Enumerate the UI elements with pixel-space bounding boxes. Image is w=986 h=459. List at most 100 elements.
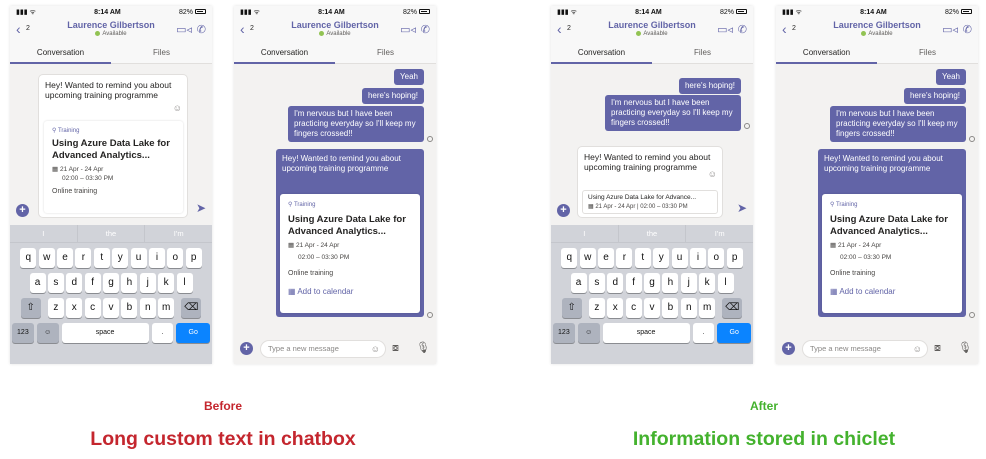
- period-key[interactable]: .: [151, 323, 174, 343]
- delete-key-icon[interactable]: ⌫: [722, 298, 743, 318]
- keyboard-key[interactable]: u: [130, 248, 147, 268]
- send-icon[interactable]: ➤: [196, 201, 206, 215]
- message-bubble[interactable]: I'm nervous but I have been practicing e…: [605, 95, 741, 131]
- message-bubble-card[interactable]: Hey! Wanted to remind you about upcoming…: [276, 149, 424, 317]
- keyboard-key[interactable]: w: [579, 248, 596, 268]
- keyboard-key[interactable]: j: [680, 273, 697, 293]
- keyboard-key[interactable]: i: [148, 248, 165, 268]
- add-attachment-button[interactable]: +: [782, 342, 795, 355]
- tab-conversation[interactable]: Conversation: [10, 43, 111, 63]
- phone-call-icon[interactable]: ✆: [197, 23, 206, 36]
- message-bubble-card[interactable]: Hey! Wanted to remind you about upcoming…: [818, 149, 966, 317]
- message-bubble[interactable]: Yeah: [936, 69, 966, 85]
- keyboard-key[interactable]: x: [607, 298, 624, 318]
- go-key[interactable]: Go: [176, 323, 210, 343]
- keyboard-key[interactable]: x: [66, 298, 83, 318]
- keyboard-key[interactable]: u: [671, 248, 688, 268]
- add-attachment-button[interactable]: +: [16, 204, 29, 217]
- keyboard-key[interactable]: f: [84, 273, 101, 293]
- keyboard-key[interactable]: m: [158, 298, 175, 318]
- camera-icon[interactable]: ⧇: [392, 342, 399, 355]
- keyboard-key[interactable]: k: [699, 273, 716, 293]
- suggestion-item[interactable]: I'm: [686, 225, 753, 242]
- video-call-icon[interactable]: ▭◃: [717, 23, 733, 36]
- suggestion-item[interactable]: I'm: [145, 225, 212, 242]
- send-icon[interactable]: ➤: [737, 201, 747, 215]
- keyboard-key[interactable]: s: [47, 273, 64, 293]
- keyboard-key[interactable]: z: [47, 298, 64, 318]
- keyboard-key[interactable]: v: [644, 298, 660, 318]
- keyboard-key[interactable]: l: [717, 273, 734, 293]
- keyboard-key[interactable]: c: [625, 298, 642, 318]
- keyboard-key[interactable]: z: [588, 298, 605, 318]
- emoji-icon[interactable]: ☺: [173, 103, 182, 113]
- keyboard-key[interactable]: r: [616, 248, 633, 268]
- phone-call-icon[interactable]: ✆: [738, 23, 747, 36]
- keyboard-key[interactable]: d: [607, 273, 624, 293]
- camera-icon[interactable]: ⧇: [934, 342, 941, 355]
- keyboard-key[interactable]: b: [121, 298, 138, 318]
- emoji-key-icon[interactable]: ☺: [36, 323, 59, 343]
- keyboard-key[interactable]: d: [66, 273, 83, 293]
- training-card[interactable]: ⚲ Training Using Azure Data Lake for Adv…: [822, 194, 962, 313]
- keyboard-key[interactable]: w: [38, 248, 55, 268]
- keyboard-key[interactable]: v: [103, 298, 119, 318]
- shift-key-icon[interactable]: ⇧: [561, 298, 582, 318]
- period-key[interactable]: .: [692, 323, 715, 343]
- keyboard-key[interactable]: p: [726, 248, 743, 268]
- emoji-key-icon[interactable]: ☺: [577, 323, 600, 343]
- add-to-calendar-button[interactable]: ▦ Add to calendar: [830, 287, 954, 297]
- keyboard-key[interactable]: y: [653, 248, 670, 268]
- keyboard-key[interactable]: n: [680, 298, 697, 318]
- compose-text[interactable]: Hey! Wanted to remind you about upcoming…: [578, 147, 722, 177]
- keyboard-key[interactable]: c: [84, 298, 101, 318]
- message-bubble[interactable]: I'm nervous but I have been practicing e…: [288, 106, 424, 142]
- keyboard-key[interactable]: f: [625, 273, 642, 293]
- message-bubble[interactable]: here's hoping!: [361, 88, 424, 104]
- keyboard-key[interactable]: g: [103, 273, 119, 293]
- tab-conversation[interactable]: Conversation: [776, 43, 877, 63]
- video-call-icon[interactable]: ▭◃: [176, 23, 192, 36]
- message-bubble[interactable]: Yeah: [394, 69, 424, 85]
- tab-files[interactable]: Files: [877, 43, 978, 63]
- keyboard-key[interactable]: j: [139, 273, 156, 293]
- delete-key-icon[interactable]: ⌫: [181, 298, 202, 318]
- keyboard-key[interactable]: h: [662, 273, 679, 293]
- suggestion-item[interactable]: I: [551, 225, 619, 242]
- add-attachment-button[interactable]: +: [240, 342, 253, 355]
- keyboard-key[interactable]: b: [662, 298, 679, 318]
- video-call-icon[interactable]: ▭◃: [400, 23, 416, 36]
- message-input[interactable]: Type a new message ☺: [802, 340, 928, 358]
- message-bubble[interactable]: here's hoping!: [678, 78, 741, 94]
- tab-conversation[interactable]: Conversation: [551, 43, 652, 63]
- phone-call-icon[interactable]: ✆: [963, 23, 972, 36]
- numbers-key[interactable]: 123: [553, 323, 575, 343]
- space-key[interactable]: space: [602, 323, 690, 343]
- video-call-icon[interactable]: ▭◃: [942, 23, 958, 36]
- microphone-icon[interactable]: 🎙: [416, 341, 430, 354]
- tab-files[interactable]: Files: [652, 43, 753, 63]
- keyboard-key[interactable]: s: [588, 273, 605, 293]
- keyboard-key[interactable]: r: [75, 248, 92, 268]
- keyboard-key[interactable]: p: [185, 248, 202, 268]
- compose-box[interactable]: Hey! Wanted to remind you about upcoming…: [38, 74, 188, 218]
- keyboard-key[interactable]: t: [634, 248, 651, 268]
- tab-files[interactable]: Files: [335, 43, 436, 63]
- add-to-calendar-button[interactable]: ▦ Add to calendar: [288, 287, 412, 297]
- training-chiclet[interactable]: Using Azure Data Lake for Advance... ▦ 2…: [582, 190, 718, 214]
- phone-call-icon[interactable]: ✆: [421, 23, 430, 36]
- suggestion-item[interactable]: the: [619, 225, 687, 242]
- compose-text[interactable]: Hey! Wanted to remind you about upcoming…: [39, 75, 187, 105]
- keyboard-key[interactable]: e: [57, 248, 74, 268]
- keyboard-key[interactable]: q: [20, 248, 37, 268]
- suggestion-item[interactable]: I: [10, 225, 78, 242]
- keyboard-key[interactable]: l: [176, 273, 193, 293]
- training-card[interactable]: ⚲ Training Using Azure Data Lake for Adv…: [280, 194, 420, 313]
- keyboard-key[interactable]: a: [570, 273, 587, 293]
- keyboard-key[interactable]: k: [158, 273, 175, 293]
- keyboard-key[interactable]: a: [29, 273, 46, 293]
- keyboard-key[interactable]: o: [167, 248, 184, 268]
- message-bubble[interactable]: I'm nervous but I have been practicing e…: [830, 106, 966, 142]
- keyboard-key[interactable]: n: [139, 298, 156, 318]
- tab-conversation[interactable]: Conversation: [234, 43, 335, 63]
